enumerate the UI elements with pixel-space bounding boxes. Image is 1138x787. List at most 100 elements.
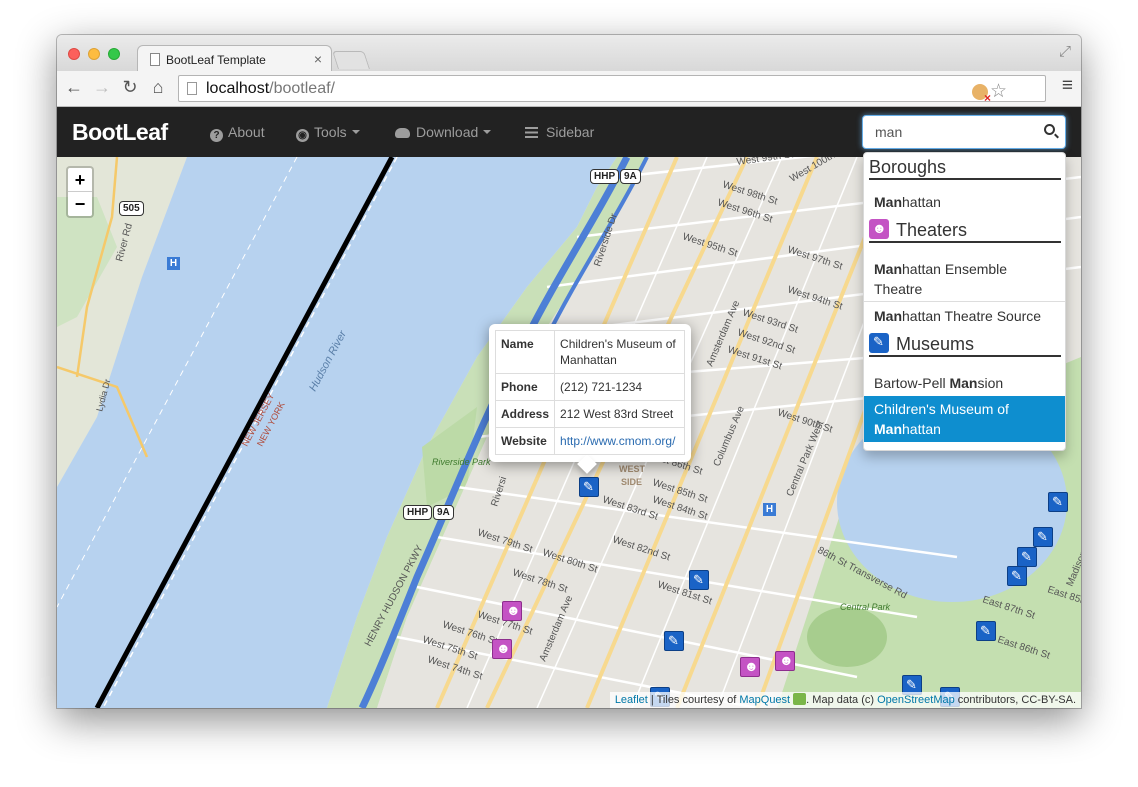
close-window-button[interactable]: [68, 48, 80, 60]
list-icon: [525, 127, 538, 138]
tab-title: BootLeaf Template: [166, 53, 266, 67]
museum-marker[interactable]: [1007, 566, 1027, 586]
question-icon: ?: [210, 129, 223, 142]
nav-sidebar[interactable]: Sidebar: [525, 124, 594, 140]
fullscreen-icon[interactable]: ⤢: [1059, 43, 1071, 60]
search-input[interactable]: man: [862, 115, 1066, 149]
result-text: Bartow-Pell: [874, 375, 950, 391]
title-bar: BootLeaf Template × ⤢: [57, 35, 1081, 72]
group-title: Theaters: [896, 220, 968, 240]
extension-icon[interactable]: [972, 84, 991, 105]
attribution-license-text: contributors, CC-BY-SA.: [954, 694, 1076, 706]
reload-icon[interactable]: ↻: [119, 77, 141, 98]
match-text: Man: [874, 421, 902, 437]
nav-tools[interactable]: ◉ Tools: [296, 124, 360, 142]
nav-download[interactable]: Download: [395, 124, 492, 140]
search-results-dropdown: Boroughs Manhattan Theaters Manhattan En…: [863, 152, 1066, 451]
route-9a-shield: 9A: [433, 505, 454, 520]
search-icon[interactable]: [1044, 124, 1055, 135]
result-text: hattan: [902, 421, 941, 437]
zoom-out-button[interactable]: −: [68, 192, 92, 216]
route-hhp-shield: HHP: [403, 505, 433, 520]
website-link[interactable]: http://www.cmom.org/: [560, 434, 675, 448]
popup-value: (212) 721-1234: [554, 373, 685, 401]
leaflet-link[interactable]: Leaflet: [615, 694, 648, 706]
theater-marker[interactable]: [502, 601, 522, 621]
theater-marker[interactable]: [492, 639, 512, 659]
menu-icon[interactable]: ≡: [1062, 75, 1073, 97]
nav-about-label: About: [228, 124, 265, 140]
popup-row-address: Address 212 West 83rd Street: [494, 400, 685, 428]
caret-down-icon: [483, 130, 492, 134]
brand-logo[interactable]: BootLeaf: [72, 119, 168, 146]
maximize-window-button[interactable]: [108, 48, 120, 60]
museum-marker[interactable]: [664, 631, 684, 651]
feature-popup: Name Children's Museum of Manhattan Phon…: [489, 324, 691, 462]
browser-toolbar: ← → ↻ ⌂ localhost/bootleaf/ ☆ ≡: [57, 71, 1081, 107]
result-text: hattan Theatre Source: [902, 308, 1042, 324]
new-tab-button[interactable]: [332, 51, 370, 69]
museum-marker[interactable]: [976, 621, 996, 641]
map-label-west-side: WEST: [619, 464, 646, 474]
popup-value: 212 West 83rd Street: [554, 400, 685, 428]
route-9a-shield: 9A: [620, 169, 641, 184]
nav-about[interactable]: ? About: [210, 124, 265, 142]
address-bar[interactable]: localhost/bootleaf/ ☆: [178, 75, 1046, 105]
museum-marker[interactable]: [1017, 547, 1037, 567]
browser-tab[interactable]: BootLeaf Template ×: [137, 45, 332, 72]
map-label-west-side-2: SIDE: [621, 477, 642, 487]
route-hhp-shield: HHP: [590, 169, 620, 184]
mapquest-link[interactable]: MapQuest: [739, 694, 790, 706]
page-icon: [187, 82, 197, 95]
search-input-value: man: [875, 124, 903, 140]
theater-icon: [869, 219, 889, 239]
star-icon[interactable]: ☆: [990, 80, 1007, 103]
route-505-shield: 505: [119, 201, 144, 216]
museum-marker[interactable]: [579, 477, 599, 497]
group-title: Museums: [896, 334, 975, 354]
navbar: BootLeaf ? About ◉ Tools Download Sidebar …: [57, 107, 1081, 157]
hospital-icon: H: [763, 503, 776, 516]
result-item[interactable]: Manhattan Theatre Source: [864, 306, 1065, 326]
zoom-control: + −: [66, 166, 94, 218]
zoom-in-button[interactable]: +: [68, 168, 92, 192]
museum-marker[interactable]: [1048, 492, 1068, 512]
osm-link[interactable]: OpenStreetMap: [877, 694, 955, 706]
museum-marker[interactable]: [1033, 527, 1053, 547]
forward-icon[interactable]: →: [91, 77, 113, 98]
page-icon: [150, 53, 160, 66]
caret-down-icon: [351, 130, 360, 134]
group-header-theaters: Theaters: [869, 219, 1061, 243]
museum-marker[interactable]: [689, 570, 709, 590]
result-item[interactable]: Manhattan Ensemble Theatre: [864, 259, 1065, 302]
popup-row-name: Name Children's Museum of Manhattan: [494, 330, 685, 374]
result-item[interactable]: Bartow-Pell Mansion: [864, 373, 1065, 393]
group-header-boroughs: Boroughs: [869, 157, 1061, 180]
popup-key: Address: [494, 400, 556, 428]
map-label-riverside-park: Riverside Park: [432, 457, 491, 467]
browser-window: BootLeaf Template × ⤢ ← → ↻ ⌂ localhost/…: [57, 35, 1081, 708]
popup-row-website: Website http://www.cmom.org/: [494, 427, 685, 455]
museum-icon: [869, 333, 889, 353]
mapquest-logo-icon: [793, 693, 807, 705]
minimize-window-button[interactable]: [88, 48, 100, 60]
map-attribution: Leaflet | Tiles courtesy of MapQuest . M…: [609, 692, 1081, 708]
popup-key: Phone: [494, 373, 556, 401]
tab-close-icon[interactable]: ×: [314, 51, 322, 67]
theater-marker[interactable]: [775, 651, 795, 671]
map-label-central-park: Central Park: [840, 602, 891, 612]
match-text: Man: [874, 261, 902, 277]
popup-row-phone: Phone (212) 721-1234: [494, 373, 685, 401]
popup-table: Name Children's Museum of Manhattan Phon…: [494, 330, 685, 455]
attribution-mapdata-text: . Map data (c): [806, 694, 878, 706]
popup-value: Children's Museum of Manhattan: [554, 330, 685, 374]
nav-tools-label: Tools: [314, 124, 347, 140]
globe-icon: ◉: [296, 129, 309, 142]
url-path: /bootleaf/: [269, 80, 335, 97]
group-header-museums: Museums: [869, 333, 1061, 357]
theater-marker[interactable]: [740, 657, 760, 677]
home-icon[interactable]: ⌂: [147, 77, 169, 98]
back-icon[interactable]: ←: [63, 77, 85, 98]
result-item[interactable]: Manhattan: [864, 192, 1065, 212]
result-item-active[interactable]: Children's Museum of Manhattan: [864, 396, 1065, 442]
